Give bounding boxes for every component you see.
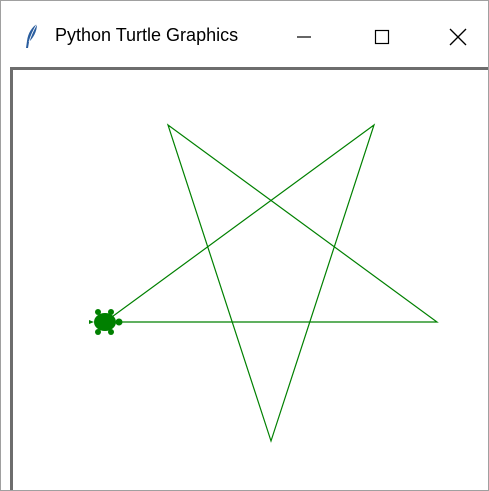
drawing-canvas bbox=[89, 123, 439, 443]
turtle-canvas[interactable] bbox=[10, 67, 488, 490]
window-title: Python Turtle Graphics bbox=[55, 25, 239, 45]
star-path bbox=[104, 123, 439, 443]
feather-icon bbox=[26, 23, 38, 48]
minimize-icon bbox=[297, 36, 311, 38]
close-button[interactable] bbox=[433, 15, 483, 59]
maximize-button[interactable] bbox=[357, 15, 407, 59]
minimize-button[interactable] bbox=[279, 15, 329, 59]
maximize-icon bbox=[374, 29, 390, 45]
title-bar[interactable]: Python Turtle Graphics bbox=[1, 1, 488, 67]
turtle-window: Python Turtle Graphics bbox=[0, 0, 489, 491]
close-icon bbox=[449, 28, 467, 46]
